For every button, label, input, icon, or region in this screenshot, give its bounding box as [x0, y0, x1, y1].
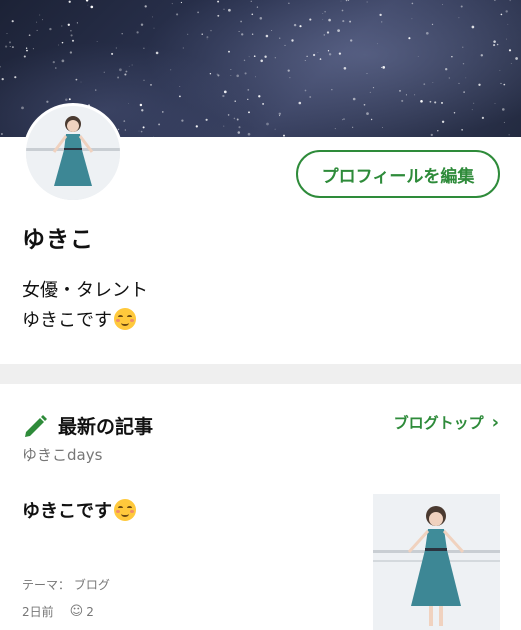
smile-icon: ☺ — [69, 604, 84, 619]
theme-label: テーマ： — [22, 578, 71, 592]
article-theme: テーマ： ブログ — [22, 576, 110, 593]
section-divider — [0, 364, 521, 384]
profile-name: ゆきこ — [22, 227, 94, 253]
blog-name: ゆきこdays — [22, 446, 103, 464]
latest-articles-header: 最新の記事 — [22, 410, 153, 440]
smiling-face-emoji-icon — [114, 499, 136, 521]
article-meta: 2日前 ☺ 2 — [22, 603, 94, 620]
edit-profile-button[interactable]: プロフィールを編集 — [296, 150, 500, 198]
blog-top-label: ブログトップ — [393, 414, 484, 432]
article-thumbnail-photo — [373, 494, 500, 630]
blog-top-link[interactable]: ブログトップ › — [394, 412, 499, 433]
article-title[interactable]: ゆきこです — [22, 497, 136, 523]
smiling-face-emoji-icon — [114, 308, 136, 330]
avatar-photo — [26, 106, 120, 200]
article-thumbnail[interactable] — [373, 494, 500, 630]
bio-line-2: ゆきこです — [22, 306, 148, 336]
article-title-text: ゆきこです — [22, 501, 112, 522]
section-title: 最新の記事 — [58, 415, 154, 438]
reaction-count: 2 — [86, 604, 94, 619]
bio-line-2-text: ゆきこです — [22, 310, 112, 331]
chevron-right-icon: › — [491, 412, 499, 433]
pencil-icon — [25, 415, 47, 437]
avatar[interactable] — [23, 103, 123, 203]
bio-line-1: 女優・タレント — [22, 280, 148, 301]
article-time: 2日前 — [22, 605, 54, 619]
profile-bio: 女優・タレント ゆきこです — [22, 276, 148, 336]
theme-value[interactable]: ブログ — [74, 578, 110, 592]
